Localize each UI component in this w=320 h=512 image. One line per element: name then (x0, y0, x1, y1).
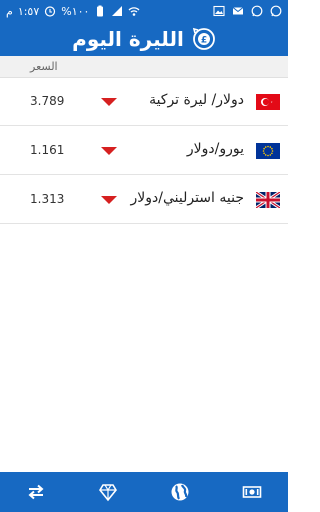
battery-percent: %١٠٠ (61, 4, 90, 18)
gallery-icon (213, 5, 225, 17)
trend-down-icon (101, 98, 117, 106)
svg-text:£: £ (201, 36, 207, 46)
whatsapp-icon (251, 5, 263, 17)
status-time: ١:٥٧ (17, 4, 40, 18)
currency-exchange-icon: £ (192, 27, 215, 50)
status-right (213, 5, 282, 17)
trend-down-icon (101, 196, 117, 204)
bottom-nav (0, 472, 288, 512)
alarm-icon (45, 6, 56, 17)
rate-row-eur-usd[interactable]: 1.161 يورو/دولار (0, 127, 288, 175)
rate-value: 3.789 (30, 94, 65, 108)
rate-value: 1.161 (30, 143, 65, 157)
turkey-flag-icon (256, 94, 280, 110)
app-header: الليرة اليوم £ (0, 22, 288, 56)
wifi-icon (128, 7, 140, 16)
rate-row-usd-try[interactable]: 3.789 دولار/ ليرة تركية (0, 78, 288, 126)
pair-label: دولار/ ليرة تركية (149, 92, 244, 108)
rate-value: 1.313 (30, 192, 65, 206)
nav-banknotes[interactable] (216, 472, 288, 512)
pair-label: جنيه استرليني/دولار (130, 190, 244, 206)
whatsapp-icon-2 (270, 5, 282, 17)
nav-converter[interactable] (0, 472, 72, 512)
rate-row-gbp-usd[interactable]: 1.313 جنيه استرليني/دولار (0, 176, 288, 224)
globe-icon (171, 483, 189, 501)
app-title: الليرة اليوم (72, 27, 184, 51)
mail-icon (232, 7, 244, 15)
status-left: م ١:٥٧ %١٠٠ (6, 5, 140, 18)
pair-label: يورو/دولار (186, 141, 244, 157)
eu-flag-icon (256, 143, 280, 159)
nav-gold[interactable] (72, 472, 144, 512)
price-column-label: السعر (30, 60, 58, 73)
uk-flag-icon (256, 192, 280, 208)
status-period: م (6, 4, 13, 18)
trend-down-icon (101, 147, 117, 155)
battery-icon (97, 5, 104, 17)
diamond-icon (99, 484, 117, 502)
status-bar: م ١:٥٧ %١٠٠ (0, 0, 288, 22)
banknote-icon (242, 486, 262, 498)
signal-icon (112, 6, 123, 16)
exchange-arrows-icon (28, 484, 44, 500)
nav-currencies[interactable] (144, 472, 216, 512)
column-header: السعر (0, 56, 288, 78)
